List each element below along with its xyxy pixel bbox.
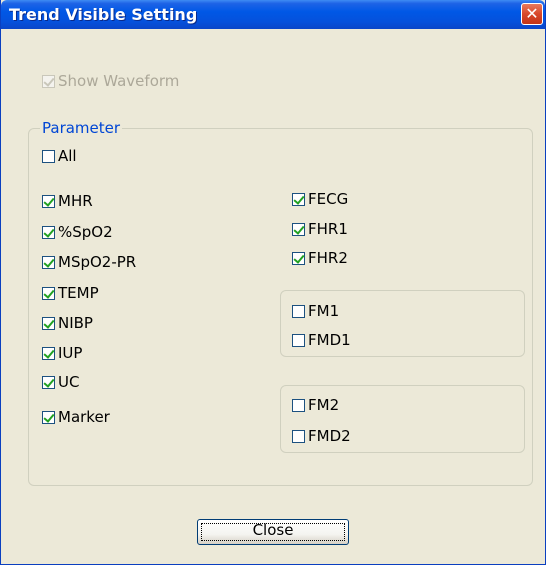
fhr2-check-icon bbox=[292, 251, 305, 265]
mspo2-pr-check-icon bbox=[42, 255, 55, 269]
fhr1-label: FHR1 bbox=[308, 220, 348, 238]
uc-checkbox[interactable]: UC bbox=[42, 372, 79, 392]
fhr1-check-icon bbox=[292, 222, 305, 236]
fhr2-label: FHR2 bbox=[308, 249, 348, 267]
fmd2-check-icon bbox=[292, 429, 305, 443]
temp-label: TEMP bbox=[58, 284, 99, 302]
nibp-label: NIBP bbox=[58, 314, 93, 332]
fecg-label: FECG bbox=[308, 190, 349, 208]
spo2-check-icon bbox=[42, 225, 55, 239]
fmd1-checkbox[interactable]: FMD1 bbox=[292, 330, 351, 350]
marker-check-icon bbox=[42, 410, 55, 424]
show-waveform-check-icon bbox=[42, 74, 55, 88]
iup-checkbox[interactable]: IUP bbox=[42, 343, 82, 363]
fmd2-label: FMD2 bbox=[308, 427, 351, 445]
marker-checkbox[interactable]: Marker bbox=[42, 407, 110, 427]
nibp-checkbox[interactable]: NIBP bbox=[42, 313, 93, 333]
fm2-label: FM2 bbox=[308, 396, 340, 414]
mhr-label: MHR bbox=[58, 192, 93, 210]
dialog-window: Trend Visible Setting ✕ Show Waveform Pa… bbox=[0, 0, 546, 565]
dialog-body: Show Waveform Parameter All MHR %SpO2 MS… bbox=[3, 29, 543, 562]
fm2-checkbox[interactable]: FM2 bbox=[292, 395, 339, 415]
iup-check-icon bbox=[42, 346, 55, 360]
parameter-group-label: Parameter bbox=[40, 119, 123, 137]
nibp-check-icon bbox=[42, 316, 55, 330]
window-title: Trend Visible Setting bbox=[9, 5, 198, 24]
fecg-checkbox[interactable]: FECG bbox=[292, 189, 348, 209]
show-waveform-label: Show Waveform bbox=[58, 72, 180, 90]
close-button-focus-ring bbox=[201, 523, 345, 541]
all-label: All bbox=[58, 147, 77, 165]
uc-check-icon bbox=[42, 375, 55, 389]
fmd1-check-icon bbox=[292, 333, 305, 347]
close-icon[interactable]: ✕ bbox=[521, 3, 543, 25]
spo2-label: %SpO2 bbox=[58, 223, 113, 241]
close-button[interactable]: Close bbox=[197, 519, 349, 545]
mspo2-pr-label: MSpO2-PR bbox=[58, 253, 137, 271]
fmd2-checkbox[interactable]: FMD2 bbox=[292, 426, 351, 446]
mhr-checkbox[interactable]: MHR bbox=[42, 191, 93, 211]
uc-label: UC bbox=[58, 373, 80, 391]
temp-check-icon bbox=[42, 286, 55, 300]
all-check-icon bbox=[42, 149, 55, 163]
fm1-check-icon bbox=[292, 304, 305, 318]
mspo2-pr-checkbox[interactable]: MSpO2-PR bbox=[42, 252, 136, 272]
fmd1-label: FMD1 bbox=[308, 331, 351, 349]
title-bar[interactable]: Trend Visible Setting ✕ bbox=[1, 0, 545, 29]
all-checkbox[interactable]: All bbox=[42, 146, 77, 166]
fhr2-checkbox[interactable]: FHR2 bbox=[292, 248, 348, 268]
fecg-check-icon bbox=[292, 192, 305, 206]
fm2-check-icon bbox=[292, 398, 305, 412]
fm1-checkbox[interactable]: FM1 bbox=[292, 301, 339, 321]
show-waveform-checkbox[interactable]: Show Waveform bbox=[42, 71, 179, 91]
iup-label: IUP bbox=[58, 344, 83, 362]
fhr1-checkbox[interactable]: FHR1 bbox=[292, 219, 348, 239]
temp-checkbox[interactable]: TEMP bbox=[42, 283, 99, 303]
mhr-check-icon bbox=[42, 194, 55, 208]
marker-label: Marker bbox=[58, 408, 110, 426]
fm1-label: FM1 bbox=[308, 302, 340, 320]
spo2-checkbox[interactable]: %SpO2 bbox=[42, 222, 113, 242]
